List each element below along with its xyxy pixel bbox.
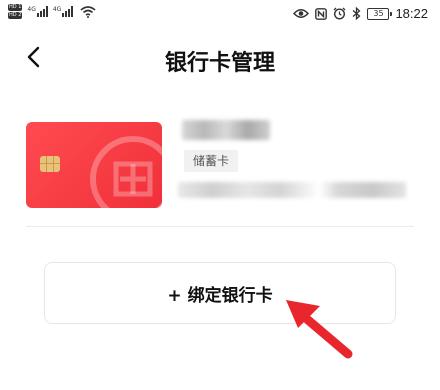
card-number-blurred [178,182,406,198]
wifi-icon [80,5,96,18]
sim1-badge: HD 1 [8,4,23,11]
app-header: 银行卡管理 [0,36,440,84]
sim2-label: HD 2 [8,12,23,19]
signal-bars-icon [36,6,48,17]
net1-label: 4G [27,6,36,13]
annotation-arrow-icon [286,300,353,359]
status-right: 35 18:22 [293,6,428,21]
bluetooth-icon [352,7,361,20]
battery-icon: 35 [367,7,393,20]
bank-card-item[interactable]: 储蓄卡 [26,118,414,214]
add-bank-card-label: + 绑定银行卡 [167,285,273,306]
bank-card-image[interactable] [26,122,162,208]
signal-bars-icon [62,6,74,17]
sim1-label: HD 1 [8,4,23,11]
alarm-icon [333,7,346,20]
sim-indicators: HD 1 HD 2 [8,4,23,19]
card-holder-blurred [182,120,270,140]
divider [26,226,414,227]
page-title: 银行卡管理 [164,51,275,76]
bank-logo-icon [90,136,162,208]
card-type-badge: 储蓄卡 [184,150,239,172]
signal-1: 4G [27,6,48,17]
status-left: HD 1 HD 2 4G 4G [8,4,96,19]
signal-2: 4G [52,6,74,17]
sim2-badge: HD 2 [8,12,23,19]
status-bar: HD 1 HD 2 4G 4G 35 18:22 [0,0,440,30]
nfc-icon [315,7,328,20]
net2-label: 4G [52,6,62,13]
eye-icon [293,8,310,19]
chip-icon [40,156,60,172]
clock: 18:22 [395,6,428,21]
